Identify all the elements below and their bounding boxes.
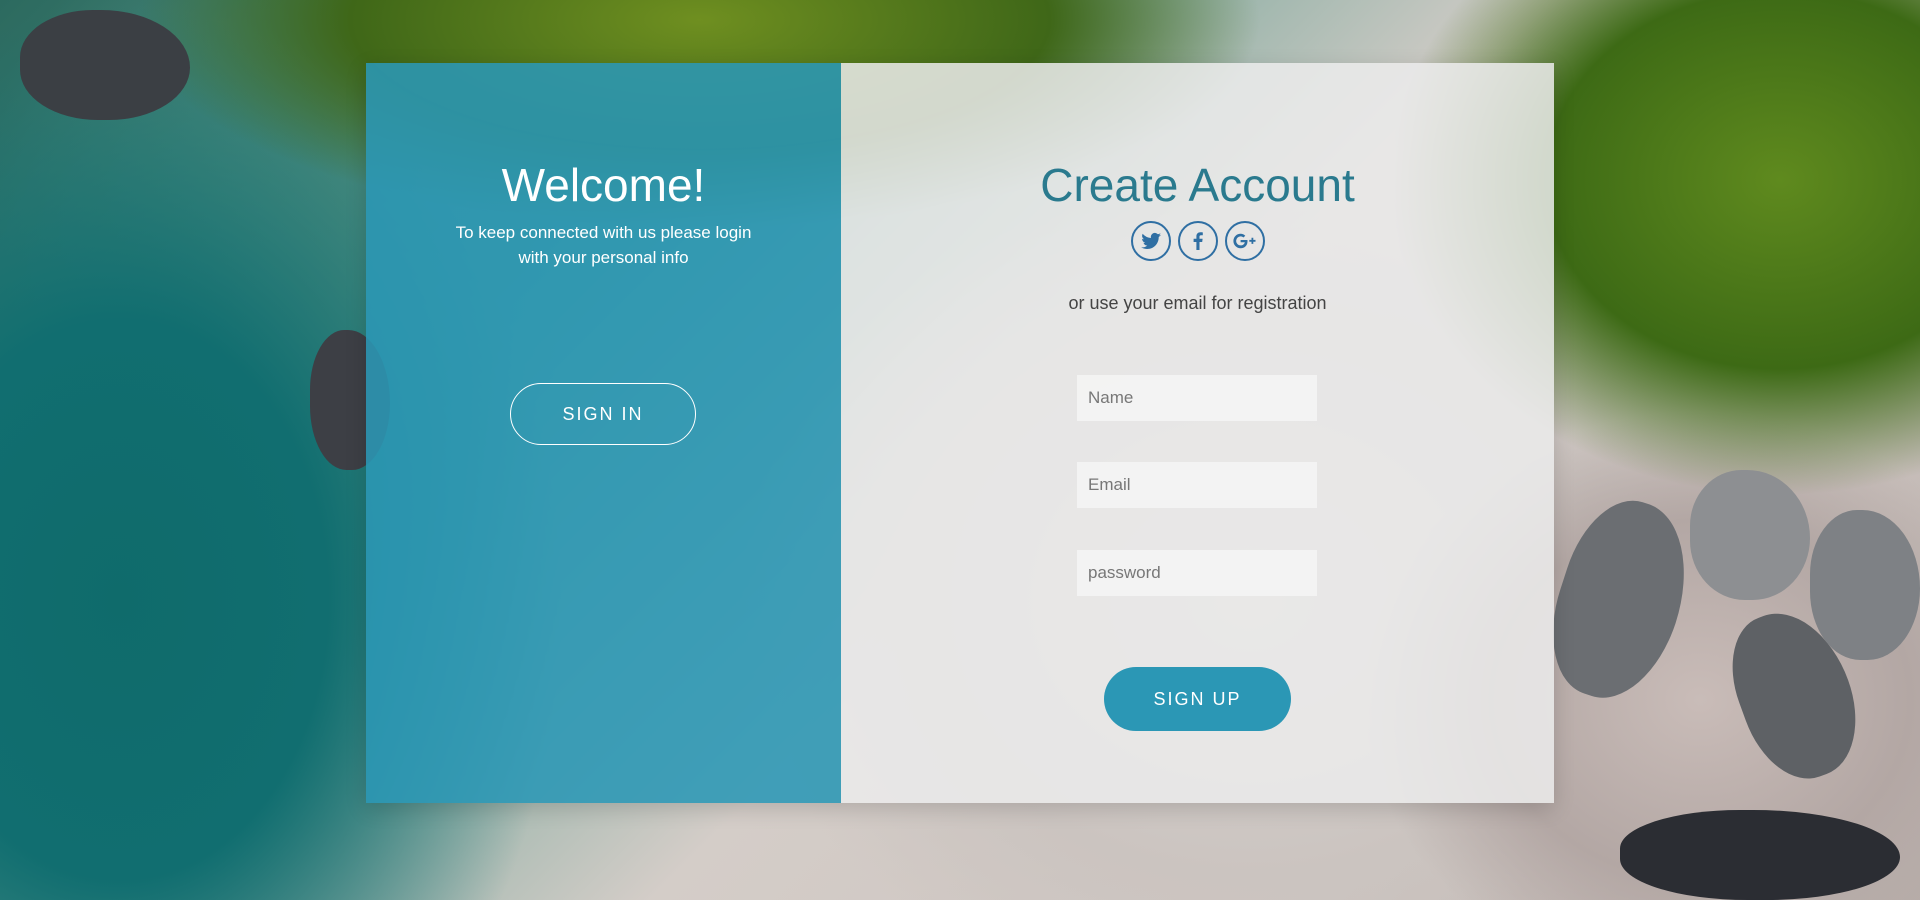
register-panel: Create Account or use your email for reg… [841, 63, 1554, 803]
social-login-row [841, 221, 1554, 261]
sign-in-button[interactable]: SIGN IN [510, 383, 696, 445]
registration-hint: or use your email for registration [1068, 293, 1327, 313]
facebook-button[interactable] [1177, 221, 1218, 261]
auth-card: Welcome! To keep connected with us pleas… [366, 63, 1554, 803]
sign-up-button[interactable]: SIGN UP [1104, 667, 1291, 731]
background-rock [1620, 810, 1900, 900]
welcome-title: Welcome! [501, 159, 706, 211]
create-account-title: Create Account [1040, 159, 1355, 211]
email-input[interactable] [1077, 462, 1317, 508]
password-input[interactable] [1077, 550, 1317, 596]
facebook-icon [1193, 232, 1203, 250]
name-input[interactable] [1077, 375, 1317, 421]
google-plus-button[interactable] [1224, 221, 1265, 261]
twitter-button[interactable] [1130, 221, 1171, 261]
twitter-icon [1140, 232, 1161, 250]
welcome-text: To keep connected with us please login w… [455, 223, 752, 267]
welcome-panel: Welcome! To keep connected with us pleas… [366, 63, 841, 803]
google-plus-icon [1232, 233, 1255, 249]
background-rock [1532, 486, 1708, 714]
background-rock [1810, 510, 1920, 660]
background-rock [20, 10, 190, 120]
background-rock [1690, 470, 1810, 600]
